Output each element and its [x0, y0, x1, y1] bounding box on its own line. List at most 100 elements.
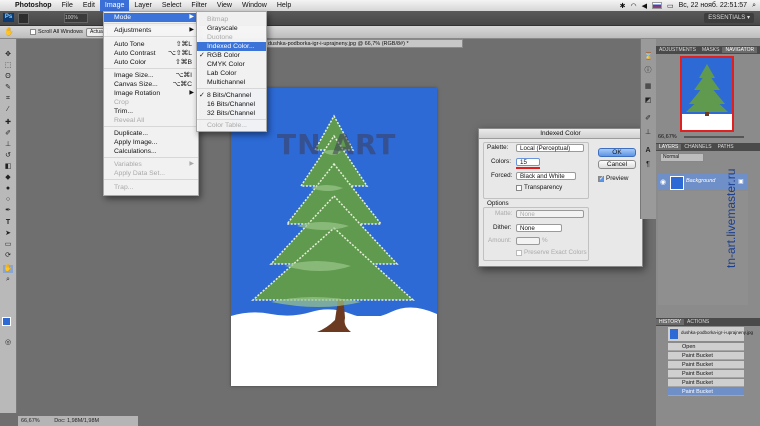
history-panel-icon[interactable]: ⌛: [644, 53, 653, 60]
menu-item-duplicate[interactable]: Duplicate...: [104, 129, 198, 138]
eyedropper-icon[interactable]: ⁄: [3, 106, 13, 114]
ok-button[interactable]: OK: [598, 148, 636, 157]
menu-item-calculations[interactable]: Calculations...: [104, 147, 198, 156]
menu-item-canvas-size[interactable]: Canvas Size... ⌥⌘C: [104, 80, 198, 89]
clone-panel-icon[interactable]: ⊥: [644, 129, 652, 136]
path-select-icon[interactable]: ➤: [3, 230, 13, 238]
history-step[interactable]: Open: [668, 343, 744, 351]
colors-input[interactable]: 15: [516, 158, 540, 166]
tab-actions[interactable]: ACTIONS: [684, 319, 712, 325]
brush-panel-icon[interactable]: ✐: [644, 115, 652, 122]
menu-item-auto-color[interactable]: Auto Color ⇧⌘B: [104, 58, 198, 67]
battery-icon[interactable]: ▭: [667, 2, 674, 10]
marquee-tool-icon[interactable]: ⬚: [3, 62, 13, 70]
menu-item-apply-image[interactable]: Apply Image...: [104, 138, 198, 147]
blend-mode-select[interactable]: Normal: [660, 153, 704, 162]
menu-photoshop[interactable]: Photoshop: [10, 0, 57, 11]
status-doc-size[interactable]: Doc: 1,98M/1,98M: [44, 418, 99, 424]
paragraph-panel-icon[interactable]: ¶: [644, 161, 652, 168]
dither-select[interactable]: None: [516, 224, 562, 232]
flag-icon[interactable]: [651, 2, 662, 9]
cancel-button[interactable]: Cancel: [598, 160, 636, 169]
history-step[interactable]: Paint Bucket: [668, 388, 744, 396]
volume-icon[interactable]: ◀: [642, 2, 647, 10]
hand-tool-icon[interactable]: ✋: [3, 265, 13, 273]
menu-item-auto-tone[interactable]: Auto Tone ⇧⌘L: [104, 40, 198, 49]
zoom-level-select[interactable]: 100%: [64, 13, 88, 23]
eye-icon[interactable]: ◉: [660, 178, 666, 186]
menu-item-mode[interactable]: Mode ▶: [104, 13, 198, 22]
move-tool-icon[interactable]: ✥: [3, 51, 13, 59]
navigator-slider[interactable]: [684, 136, 744, 138]
bridge-icon[interactable]: [18, 13, 29, 24]
menubar-clock[interactable]: Вс, 22 нояб. 22:51:57: [679, 2, 748, 9]
styles-panel-icon[interactable]: ◩: [644, 97, 652, 104]
foreground-color-swatch[interactable]: [2, 317, 11, 326]
workspace-switcher[interactable]: ESSENTIALS ▾: [704, 13, 754, 23]
palette-select[interactable]: Local (Perceptual): [516, 144, 584, 152]
scroll-all-checkbox[interactable]: [30, 29, 36, 35]
history-step[interactable]: Paint Bucket: [668, 370, 744, 378]
menu-item-adjustments[interactable]: Adjustments ▶: [104, 26, 198, 35]
hand-tool-icon[interactable]: ✋: [4, 27, 14, 37]
crop-tool-icon[interactable]: ⌗: [3, 95, 13, 103]
quick-mask-icon[interactable]: ◎: [3, 339, 13, 347]
mode-item-32bit[interactable]: 32 Bits/Channel: [197, 109, 266, 118]
pen-tool-icon[interactable]: ✒: [3, 207, 13, 215]
history-step[interactable]: Paint Bucket: [668, 352, 744, 360]
brush-tool-icon[interactable]: ✐: [3, 130, 13, 138]
history-step[interactable]: Paint Bucket: [668, 361, 744, 369]
tab-adjustments[interactable]: ADJUSTMENTS: [656, 47, 699, 53]
eraser-tool-icon[interactable]: ◧: [3, 163, 13, 171]
menu-select[interactable]: Select: [157, 0, 186, 11]
tab-navigator[interactable]: NAVIGATOR: [722, 47, 758, 53]
menu-item-auto-contrast[interactable]: Auto Contrast ⌥⇧⌘L: [104, 49, 198, 58]
search-icon[interactable]: ⌕: [752, 2, 756, 10]
menu-item-image-size[interactable]: Image Size... ⌥⌘I: [104, 71, 198, 80]
type-tool-icon[interactable]: T: [3, 219, 13, 227]
dodge-tool-icon[interactable]: ○: [3, 196, 13, 204]
menu-window[interactable]: Window: [237, 0, 272, 11]
zoom-tool-icon[interactable]: ⌕: [3, 276, 13, 284]
bluetooth-icon[interactable]: ✱: [620, 2, 626, 10]
menu-item-trim[interactable]: Trim...: [104, 107, 198, 116]
history-snapshot[interactable]: dushka-podborka-igr-i-uprajneny.jpg: [668, 327, 753, 341]
info-panel-icon[interactable]: ⓘ: [644, 67, 652, 74]
wifi-icon[interactable]: ◠: [630, 2, 636, 10]
tab-layers[interactable]: LAYERS: [656, 144, 682, 150]
lasso-tool-icon[interactable]: ʘ: [3, 73, 13, 81]
ps-logo-icon[interactable]: Ps: [3, 13, 14, 22]
menu-file[interactable]: File: [57, 0, 78, 11]
paint-bucket-icon[interactable]: ◆: [3, 174, 13, 182]
menu-layer[interactable]: Layer: [129, 0, 157, 11]
menu-item-image-rotation[interactable]: Image Rotation ▶: [104, 89, 198, 98]
mode-item-16bit[interactable]: 16 Bits/Channel: [197, 100, 266, 109]
quick-select-icon[interactable]: ✎: [3, 84, 13, 92]
healing-icon[interactable]: ✚: [3, 119, 13, 127]
transparency-checkbox[interactable]: [516, 185, 522, 191]
character-panel-icon[interactable]: A: [644, 147, 652, 154]
swatches-panel-icon[interactable]: ▦: [644, 83, 652, 90]
3d-rotate-icon[interactable]: ⟳: [3, 252, 13, 260]
mode-item-grayscale[interactable]: Grayscale: [197, 24, 266, 33]
menu-image[interactable]: Image: [99, 0, 130, 11]
mode-item-multichannel[interactable]: Multichannel: [197, 78, 266, 87]
mode-item-lab[interactable]: Lab Color: [197, 69, 266, 78]
menu-filter[interactable]: Filter: [186, 0, 212, 11]
document-canvas[interactable]: TN ART: [231, 88, 437, 386]
mode-item-cmyk[interactable]: CMYK Color: [197, 60, 266, 69]
history-brush-icon[interactable]: ↺: [3, 152, 13, 160]
tab-channels[interactable]: CHANNELS: [681, 144, 714, 150]
stamp-tool-icon[interactable]: ⊥: [3, 141, 13, 149]
history-step[interactable]: Paint Bucket: [668, 379, 744, 387]
tab-masks[interactable]: MASKS: [699, 47, 723, 53]
menu-edit[interactable]: Edit: [78, 0, 100, 11]
menu-view[interactable]: View: [212, 0, 237, 11]
document-tab[interactable]: dushka-podborka-igr-i-uprajneny.jpg @ 66…: [263, 39, 463, 48]
menu-help[interactable]: Help: [272, 0, 296, 11]
tab-history[interactable]: HISTORY: [656, 319, 685, 325]
mode-item-indexed-color[interactable]: Indexed Color...: [197, 42, 266, 51]
mode-item-8bit[interactable]: ✓ 8 Bits/Channel: [197, 91, 266, 100]
navigator-zoom[interactable]: 66,67%: [658, 134, 677, 140]
status-zoom[interactable]: 66,67%: [18, 418, 43, 424]
